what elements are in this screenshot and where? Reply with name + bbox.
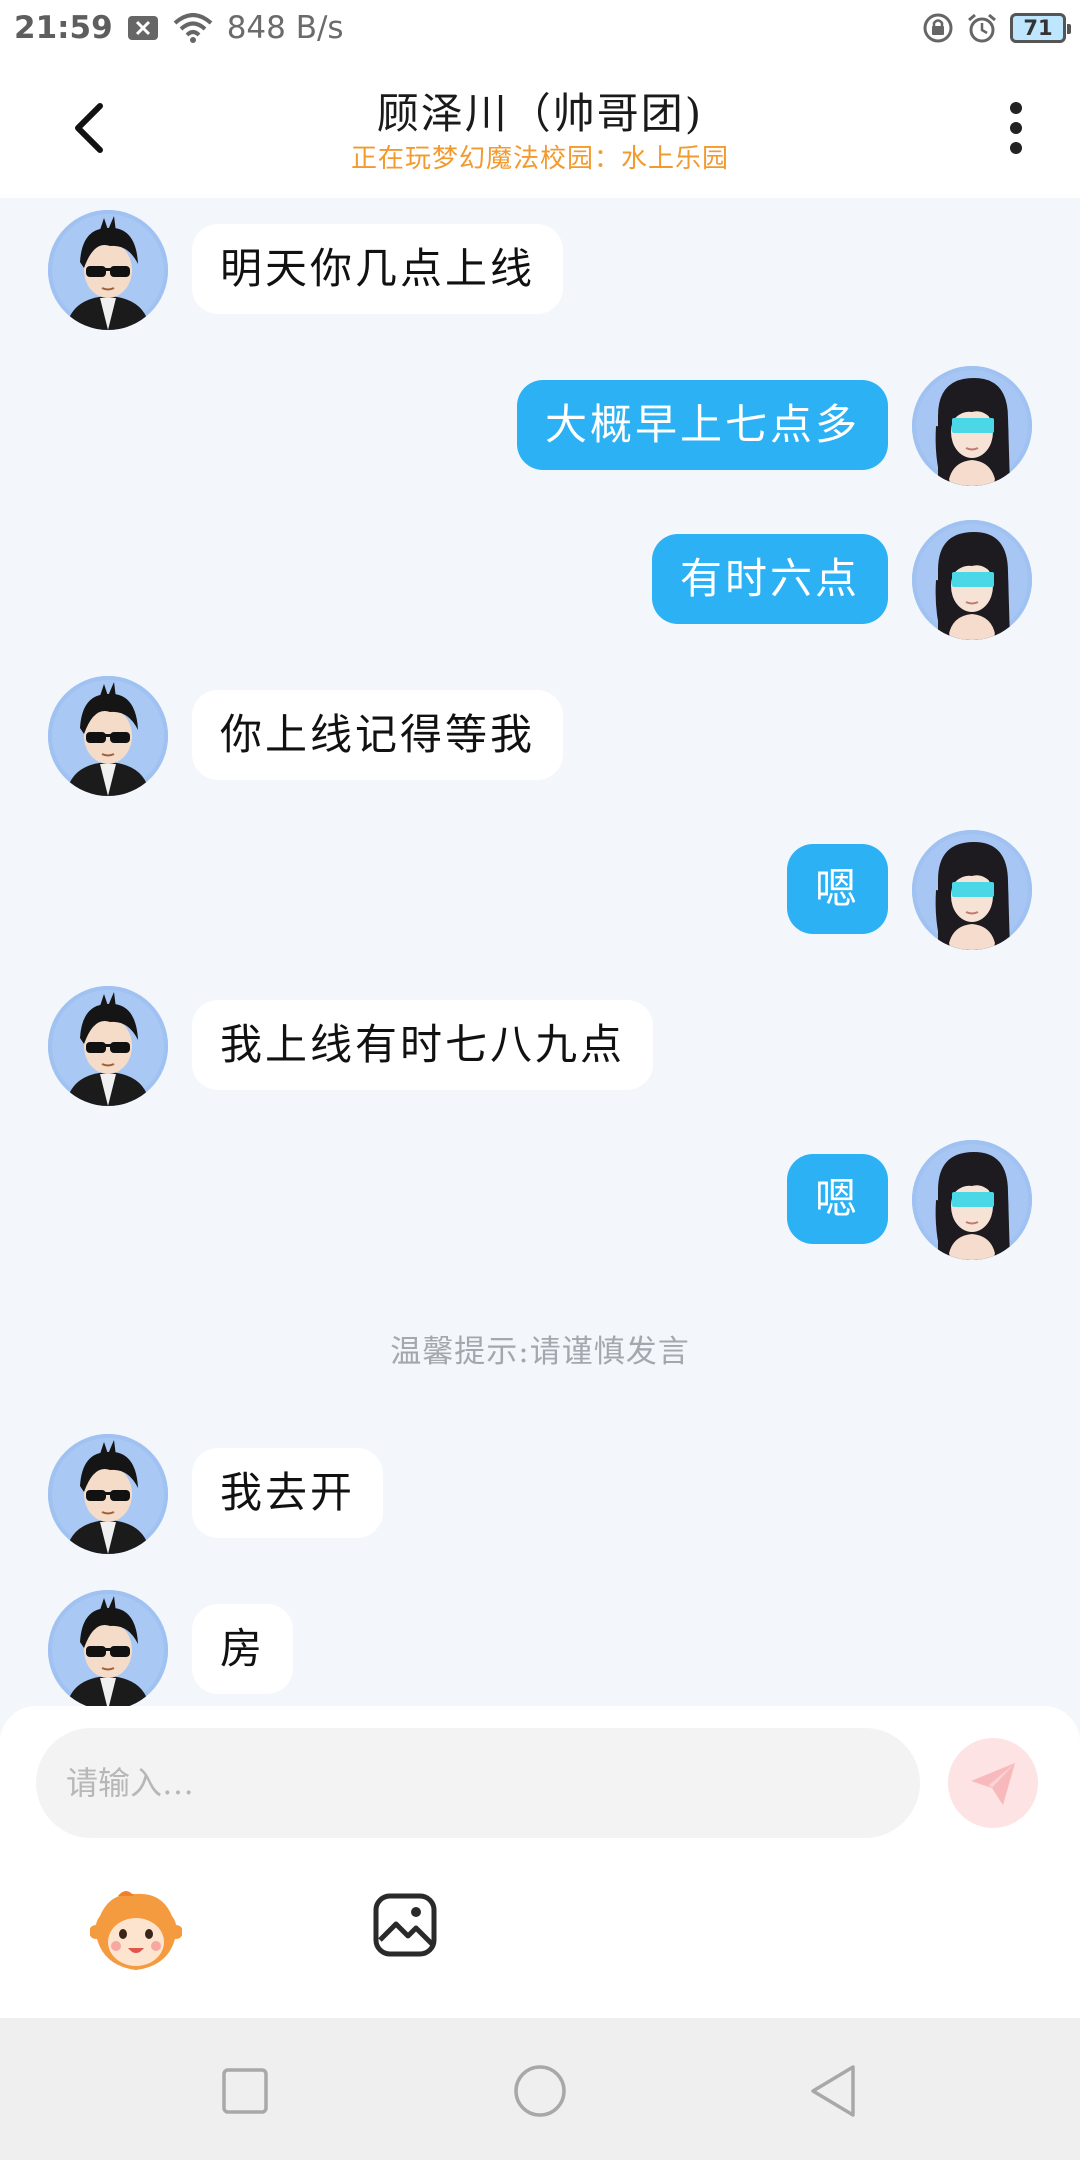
square-icon [222, 2068, 268, 2114]
lock-rotation-icon [922, 12, 954, 44]
wifi-icon [173, 13, 213, 43]
recent-apps-button[interactable] [212, 2058, 278, 2124]
alarm-icon [966, 12, 998, 44]
send-button[interactable] [948, 1738, 1038, 1828]
message-list[interactable]: 明天你几点上线 大概早上七点多 有时六点 你上线记得等我 嗯 我上线有时七八九点… [0, 198, 1080, 1706]
more-options-button[interactable] [990, 98, 1042, 158]
incoming-message-bubble[interactable]: 我去开 [192, 1448, 384, 1538]
outgoing-message-bubble[interactable]: 大概早上七点多 [516, 380, 888, 470]
image-icon [373, 1893, 437, 1957]
self-avatar[interactable] [912, 1140, 1032, 1260]
male-avatar-image [48, 986, 168, 1106]
incoming-message-bubble[interactable]: 我上线有时七八九点 [192, 1000, 654, 1090]
battery-icon: 71 [1010, 13, 1071, 43]
status-bar: 21:59 848 B/s 71 [0, 0, 1080, 56]
composer [0, 1706, 1080, 2018]
male-avatar-image [48, 676, 168, 796]
battery-level: 71 [1023, 16, 1053, 40]
incoming-message-bubble[interactable]: 明天你几点上线 [192, 224, 564, 314]
female-avatar-image [912, 830, 1032, 950]
contact-avatar[interactable] [48, 210, 168, 330]
contact-avatar[interactable] [48, 1590, 168, 1706]
incoming-message-bubble[interactable]: 房 [192, 1604, 294, 1694]
outgoing-message-bubble[interactable]: 嗯 [786, 844, 888, 934]
male-avatar-image [48, 210, 168, 330]
more-dot [1010, 142, 1022, 154]
self-avatar[interactable] [912, 830, 1032, 950]
image-picker-button[interactable] [372, 1892, 438, 1958]
female-avatar-image [912, 366, 1032, 486]
chat-header: 顾泽川（帅哥团) 正在玩梦幻魔法校园：水上乐园 [0, 56, 1080, 198]
chat-screen: 21:59 848 B/s 71 顾泽川（帅哥团) 正在玩梦幻魔法校园：水上乐园… [0, 0, 1080, 2160]
send-plane-icon [971, 1763, 1015, 1805]
contact-avatar[interactable] [48, 1434, 168, 1554]
monkey-emoji-icon [89, 1891, 183, 1970]
self-avatar[interactable] [912, 366, 1032, 486]
close-box-icon [127, 14, 159, 42]
contact-avatar[interactable] [48, 986, 168, 1106]
more-dot [1010, 122, 1022, 134]
contact-avatar[interactable] [48, 676, 168, 796]
outgoing-message-bubble[interactable]: 嗯 [786, 1154, 888, 1244]
back-nav-button[interactable] [800, 2058, 866, 2124]
male-avatar-image [48, 1590, 168, 1706]
circle-icon [514, 2065, 566, 2117]
incoming-message-bubble[interactable]: 你上线记得等我 [192, 690, 564, 780]
male-avatar-image [48, 1434, 168, 1554]
network-speed: 848 B/s [226, 10, 344, 46]
message-input[interactable] [36, 1728, 920, 1838]
self-avatar[interactable] [912, 520, 1032, 640]
emoji-button[interactable] [89, 1886, 183, 1978]
contact-status: 正在玩梦幻魔法校园：水上乐园 [350, 144, 729, 174]
female-avatar-image [912, 1140, 1032, 1260]
outgoing-message-bubble[interactable]: 有时六点 [651, 534, 888, 624]
system-nav-bar [0, 2018, 1080, 2160]
more-dot [1010, 102, 1022, 114]
triangle-back-icon [811, 2065, 855, 2117]
safety-notice: 温馨提示:请谨慎发言 [390, 1334, 690, 1370]
contact-name: 顾泽川（帅哥团) [376, 89, 704, 138]
home-button[interactable] [507, 2058, 573, 2124]
female-avatar-image [912, 520, 1032, 640]
status-time: 21:59 [14, 10, 113, 46]
